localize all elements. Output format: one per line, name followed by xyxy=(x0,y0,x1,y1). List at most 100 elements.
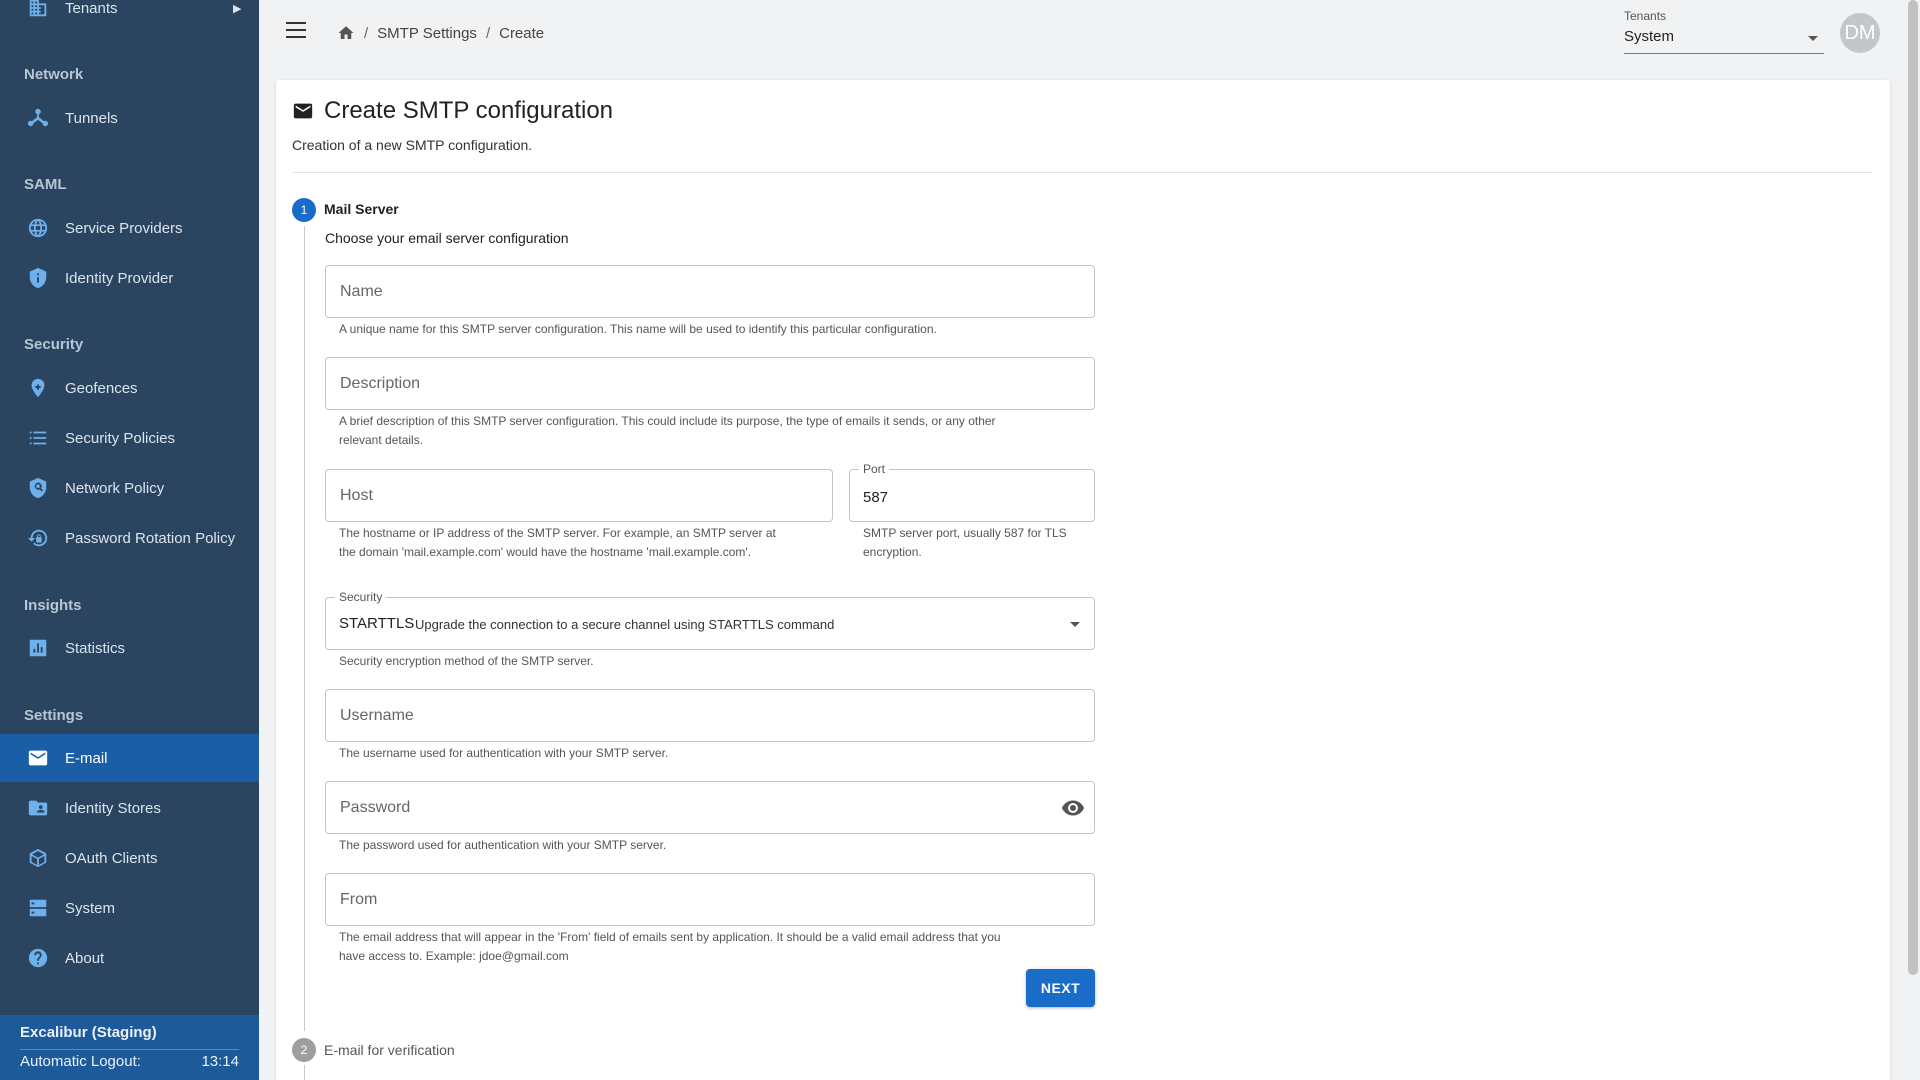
footer-divider xyxy=(20,1049,239,1050)
sidebar-section-settings: Settings xyxy=(24,707,84,724)
password-helper: The password used for authentication wit… xyxy=(339,838,667,852)
next-button[interactable]: NEXT xyxy=(1026,969,1095,1007)
tunnel-icon xyxy=(27,107,49,129)
server-icon xyxy=(27,897,49,919)
username-placeholder: Username xyxy=(340,707,414,724)
environment-name: Excalibur (Staging) xyxy=(20,1024,157,1041)
sidebar-item-label: OAuth Clients xyxy=(65,849,158,867)
mail-icon xyxy=(292,100,314,122)
automatic-logout-timer: 13:14 xyxy=(201,1053,239,1070)
breadcrumb-smtp-settings[interactable]: SMTP Settings xyxy=(377,25,477,42)
tenant-select-value: System xyxy=(1624,28,1675,45)
menu-icon[interactable] xyxy=(286,22,306,38)
mail-icon xyxy=(27,747,49,769)
from-helper: The email address that will appear in th… xyxy=(339,930,1001,944)
port-label: Port xyxy=(859,462,890,476)
sidebar-section-saml: SAML xyxy=(24,176,67,193)
from-field[interactable]: From xyxy=(325,873,1095,926)
from-helper: have access to. Example: jdoe@gmail.com xyxy=(339,949,569,963)
stepper-connector xyxy=(304,226,305,1031)
header-divider xyxy=(292,172,1872,173)
sidebar-item-label: Tenants xyxy=(65,0,118,17)
host-placeholder: Host xyxy=(340,487,373,504)
tenant-select[interactable]: System xyxy=(1624,28,1824,54)
eye-icon[interactable] xyxy=(1061,796,1085,820)
description-placeholder: Description xyxy=(340,375,421,392)
stepper-connector xyxy=(304,1065,305,1080)
password-field[interactable]: Password xyxy=(325,781,1095,834)
sidebar-item-service-providers[interactable]: Service Providers xyxy=(0,204,259,252)
password-placeholder: Password xyxy=(340,799,411,816)
list-icon xyxy=(27,427,49,449)
caret-down-icon xyxy=(1808,36,1818,41)
description-helper: A brief description of this SMTP server … xyxy=(339,414,996,428)
sidebar-item-password-rotation-policy[interactable]: Password Rotation Policy xyxy=(0,514,259,562)
security-helper: Security encryption method of the SMTP s… xyxy=(339,654,594,668)
sidebar-item-label: Geofences xyxy=(65,379,138,397)
sidebar-item-tenants[interactable]: Tenants ▶ xyxy=(0,0,259,32)
sidebar-item-label: Network Policy xyxy=(65,479,165,497)
folder-user-icon xyxy=(27,797,49,819)
sidebar-item-geofences[interactable]: Geofences xyxy=(0,364,259,412)
sidebar-item-label: Tunnels xyxy=(65,109,118,127)
from-placeholder: From xyxy=(340,891,378,908)
sidebar-item-system[interactable]: System xyxy=(0,884,259,932)
page-header: Create SMTP configuration xyxy=(292,97,613,125)
port-field[interactable]: Port 587 xyxy=(849,462,1095,522)
description-helper: relevant details. xyxy=(339,433,424,447)
sidebar-item-network-policy[interactable]: Network Policy xyxy=(0,464,259,512)
sidebar-item-tunnels[interactable]: Tunnels xyxy=(0,94,259,142)
step-description: Choose your email server configuration xyxy=(325,230,569,246)
sidebar-item-identity-stores[interactable]: Identity Stores xyxy=(0,784,259,832)
description-field[interactable]: Description xyxy=(325,357,1095,410)
breadcrumb-separator: / xyxy=(485,24,491,42)
step-2-title[interactable]: E-mail for verification xyxy=(324,1042,455,1058)
security-select[interactable]: Security STARTTLS Upgrade the connection… xyxy=(325,590,1095,650)
name-helper: A unique name for this SMTP server confi… xyxy=(339,322,937,336)
host-helper: The hostname or IP address of the SMTP s… xyxy=(339,526,776,540)
step-2-indicator[interactable]: 2 xyxy=(292,1038,316,1062)
home-icon[interactable] xyxy=(337,24,355,42)
cube-icon xyxy=(27,847,49,869)
lock-reset-icon xyxy=(27,527,49,549)
globe-icon xyxy=(27,217,49,239)
sidebar-item-oauth-clients[interactable]: OAuth Clients xyxy=(0,834,259,882)
step-1-indicator: 1 xyxy=(292,198,316,222)
step-1-title: Mail Server xyxy=(324,201,399,217)
bar-chart-icon xyxy=(27,637,49,659)
sidebar-item-label: Service Providers xyxy=(65,219,183,237)
sidebar-item-label: About xyxy=(65,949,105,967)
main-card: Create SMTP configuration Creation of a … xyxy=(276,80,1890,1080)
sidebar-item-label: E-mail xyxy=(65,749,108,767)
building-icon xyxy=(27,0,49,19)
security-value-description: Upgrade the connection to a secure chann… xyxy=(415,617,835,632)
scrollbar[interactable] xyxy=(1908,0,1918,975)
sidebar: Tenants ▶ Network Tunnels SAML Service P… xyxy=(0,0,259,1080)
port-helper: encryption. xyxy=(863,545,922,559)
sidebar-item-label: Security Policies xyxy=(65,429,176,447)
page-subtitle: Creation of a new SMTP configuration. xyxy=(292,137,533,153)
avatar[interactable]: DM xyxy=(1840,13,1880,53)
tenants-label: Tenants xyxy=(1624,9,1667,23)
username-field[interactable]: Username xyxy=(325,689,1095,742)
sidebar-footer: Excalibur (Staging) Automatic Logout: 13… xyxy=(0,1015,259,1080)
sidebar-item-identity-provider[interactable]: Identity Provider xyxy=(0,254,259,302)
port-helper: SMTP server port, usually 587 for TLS xyxy=(863,526,1067,540)
sidebar-item-about[interactable]: About xyxy=(0,934,259,982)
port-value: 587 xyxy=(863,489,889,506)
sidebar-section-insights: Insights xyxy=(24,597,82,614)
sidebar-item-label: Statistics xyxy=(65,639,126,657)
name-placeholder: Name xyxy=(340,283,383,300)
chevron-right-icon: ▶ xyxy=(233,2,242,15)
sidebar-item-email[interactable]: E-mail xyxy=(0,734,259,782)
host-helper: the domain 'mail.example.com' would have… xyxy=(339,545,752,559)
sidebar-item-statistics[interactable]: Statistics xyxy=(0,624,259,672)
shield-info-icon xyxy=(27,267,49,289)
sidebar-section-security: Security xyxy=(24,336,84,353)
page-title: Create SMTP configuration xyxy=(324,97,614,124)
name-field[interactable]: Name xyxy=(325,265,1095,318)
host-field[interactable]: Host xyxy=(325,469,833,522)
sidebar-item-label: System xyxy=(65,899,116,917)
security-value: STARTTLS xyxy=(339,615,415,632)
sidebar-item-security-policies[interactable]: Security Policies xyxy=(0,414,259,462)
